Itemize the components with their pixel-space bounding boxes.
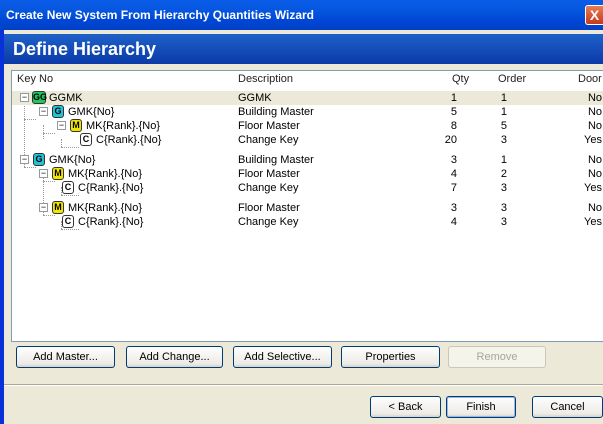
order-cell: 1 — [500, 92, 507, 104]
add-master-button[interactable]: Add Master... — [16, 346, 115, 368]
tree-row[interactable]: C C{Rank}.{No} Change Key 20 3 Yes — [12, 133, 603, 147]
description-cell: Building Master — [238, 106, 314, 118]
description-cell: Floor Master — [238, 202, 300, 214]
tree-line — [61, 229, 79, 230]
order-cell: 1 — [500, 154, 507, 166]
column-order[interactable]: Order — [498, 73, 526, 87]
page-header: Define Hierarchy — [4, 34, 603, 64]
order-cell: 5 — [500, 120, 507, 132]
qty-cell: 5 — [450, 106, 457, 118]
tree-row[interactable]: − G GMK{No} Building Master 3 1 No — [12, 153, 603, 167]
collapse-toggle[interactable]: − — [39, 107, 48, 116]
tree-row[interactable]: − GG GGMK GGMK 1 1 No — [12, 91, 603, 105]
qty-cell: 7 — [450, 182, 457, 194]
footer-separator — [4, 384, 603, 386]
order-cell: 1 — [500, 106, 507, 118]
description-cell: Floor Master — [238, 120, 300, 132]
change-key-icon: C — [62, 215, 74, 228]
qty-cell: 8 — [450, 120, 457, 132]
column-door[interactable]: Door — [578, 73, 602, 87]
grand-grand-master-icon: GG — [32, 91, 48, 104]
order-cell: 3 — [500, 134, 507, 146]
order-cell: 3 — [500, 182, 507, 194]
change-key-icon: C — [80, 133, 92, 146]
add-change-button[interactable]: Add Change... — [126, 346, 223, 368]
tree-line — [61, 195, 79, 196]
hierarchy-tree-list[interactable]: Key No Description Qty Order Door − GG G… — [11, 70, 603, 342]
door-cell: No — [587, 106, 602, 118]
master-icon: M — [52, 167, 64, 180]
key-no-cell: GMK{No} — [68, 106, 115, 118]
change-key-icon: C — [62, 181, 74, 194]
qty-cell: 4 — [450, 216, 457, 228]
description-cell: Change Key — [238, 216, 299, 228]
title-bar: Create New System From Hierarchy Quantit… — [0, 0, 603, 30]
collapse-toggle[interactable]: − — [20, 155, 29, 164]
collapse-toggle[interactable]: − — [20, 93, 29, 102]
door-cell: Yes — [584, 216, 602, 228]
description-cell: Building Master — [238, 154, 314, 166]
window-border — [0, 30, 4, 424]
description-cell: Floor Master — [238, 168, 300, 180]
door-cell: No — [587, 202, 602, 214]
qty-cell: 3 — [450, 154, 457, 166]
column-key-no[interactable]: Key No — [17, 73, 53, 87]
page-title: Define Hierarchy — [13, 39, 157, 59]
order-cell: 3 — [500, 216, 507, 228]
add-selective-button[interactable]: Add Selective... — [233, 346, 332, 368]
grand-master-icon: G — [52, 105, 64, 118]
tree-row[interactable]: − M MK{Rank}.{No} Floor Master 8 5 No — [12, 119, 603, 133]
tree-row[interactable]: − M MK{Rank}.{No} Floor Master 3 3 No — [12, 201, 603, 215]
qty-cell: 4 — [450, 168, 457, 180]
tree-row[interactable]: − G GMK{No} Building Master 5 1 No — [12, 105, 603, 119]
grand-master-icon: G — [33, 153, 45, 166]
tree-line — [61, 147, 79, 148]
collapse-toggle[interactable]: − — [57, 121, 66, 130]
column-qty[interactable]: Qty — [452, 73, 469, 87]
qty-cell: 20 — [444, 134, 457, 146]
description-cell: Change Key — [238, 182, 299, 194]
order-cell: 2 — [500, 168, 507, 180]
door-cell: Yes — [584, 182, 602, 194]
door-cell: No — [587, 154, 602, 166]
door-cell: No — [587, 168, 602, 180]
cancel-button[interactable]: Cancel — [532, 396, 603, 418]
collapse-toggle[interactable]: − — [39, 169, 48, 178]
key-no-cell: MK{Rank}.{No} — [68, 168, 142, 180]
finish-button[interactable]: Finish — [446, 396, 516, 418]
properties-button[interactable]: Properties — [341, 346, 440, 368]
key-no-cell: MK{Rank}.{No} — [68, 202, 142, 214]
description-cell: Change Key — [238, 134, 299, 146]
key-no-cell: GGMK — [49, 92, 83, 104]
key-no-cell: C{Rank}.{No} — [78, 182, 144, 194]
back-button[interactable]: < Back — [370, 396, 441, 418]
qty-cell: 1 — [450, 92, 457, 104]
tree-row[interactable]: − M MK{Rank}.{No} Floor Master 4 2 No — [12, 167, 603, 181]
close-button[interactable]: X — [585, 5, 603, 25]
collapse-toggle[interactable]: − — [39, 203, 48, 212]
order-cell: 3 — [500, 202, 507, 214]
window-title: Create New System From Hierarchy Quantit… — [6, 8, 314, 22]
door-cell: No — [587, 92, 602, 104]
master-icon: M — [70, 119, 82, 132]
door-cell: No — [587, 120, 602, 132]
key-no-cell: C{Rank}.{No} — [96, 134, 162, 146]
column-description[interactable]: Description — [238, 73, 293, 87]
key-no-cell: MK{Rank}.{No} — [86, 120, 160, 132]
key-no-cell: GMK{No} — [49, 154, 96, 166]
master-icon: M — [52, 201, 64, 214]
key-no-cell: C{Rank}.{No} — [78, 216, 144, 228]
tree-row[interactable]: C C{Rank}.{No} Change Key 7 3 Yes — [12, 181, 603, 195]
qty-cell: 3 — [450, 202, 457, 214]
tree-row[interactable]: C C{Rank}.{No} Change Key 4 3 Yes — [12, 215, 603, 229]
remove-button[interactable]: Remove — [448, 346, 546, 368]
description-cell: GGMK — [238, 92, 272, 104]
door-cell: Yes — [584, 134, 602, 146]
